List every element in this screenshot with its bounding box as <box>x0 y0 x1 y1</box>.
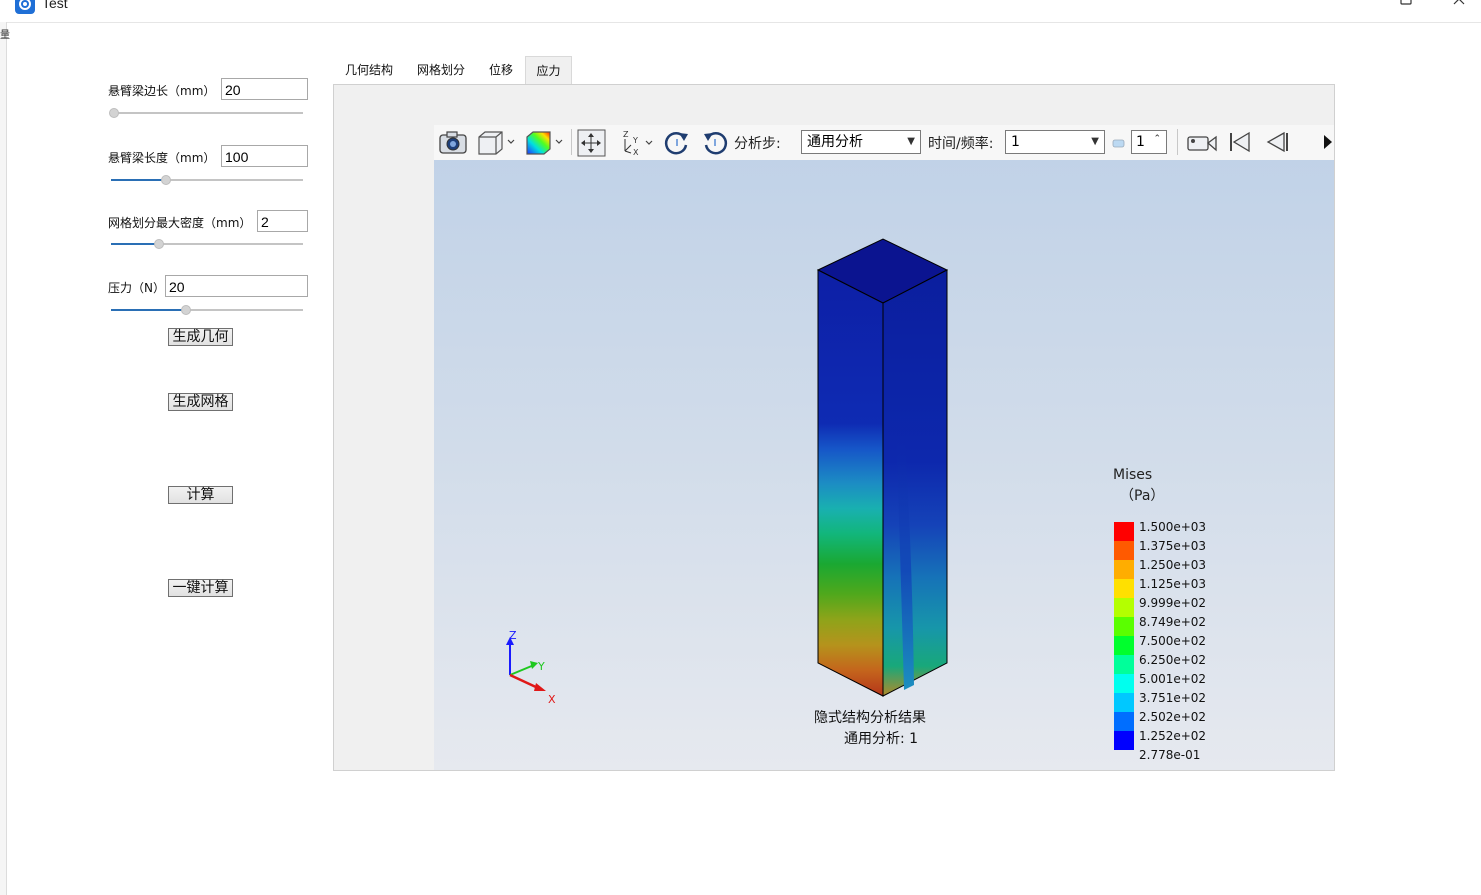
compute-button[interactable]: 计算 <box>168 486 233 504</box>
legend-label: 1.250e+03 <box>1139 558 1207 572</box>
pressure-label: 压力（N） <box>108 281 165 295</box>
tab-mesh[interactable]: 网格划分 <box>407 56 475 84</box>
result-viewer[interactable]: ZYX 分析步: 通用分析 ▼ 时间/频率: 1 ▼ 1 ⌃ Z Y X Mis… <box>434 125 1334 770</box>
slider-thumb[interactable] <box>109 108 119 118</box>
pressure-input[interactable]: 20 <box>165 275 308 297</box>
legend-swatch <box>1114 712 1134 731</box>
close-button[interactable] <box>1452 0 1472 14</box>
slider-thumb[interactable] <box>161 175 171 185</box>
legend-swatch <box>1114 560 1134 579</box>
left-edge-strip <box>0 22 7 895</box>
legend-swatch <box>1114 598 1134 617</box>
legend-swatch <box>1114 693 1134 712</box>
legend-label: 5.001e+02 <box>1139 672 1207 686</box>
app-icon <box>15 0 35 14</box>
legend-label: 1.125e+03 <box>1139 577 1207 591</box>
one-click-compute-button[interactable]: 一键计算 <box>168 579 233 597</box>
beam-side-label: 悬臂梁边长（mm） <box>108 84 216 98</box>
result-subtitle: 通用分析: 1 <box>844 731 919 747</box>
y-axis-label: Y <box>537 660 545 673</box>
slider-thumb[interactable] <box>181 305 191 315</box>
legend-label: 2.502e+02 <box>1139 710 1207 724</box>
legend-swatch <box>1114 731 1134 750</box>
tab-stress[interactable]: 应力 <box>525 56 572 84</box>
mesh-density-label: 网格划分最大密度（mm） <box>108 216 252 230</box>
legend-title: Mises <box>1113 467 1153 483</box>
left-edge-char: 量 <box>0 30 10 41</box>
result-title: 隐式结构分析结果 <box>814 710 926 726</box>
legend-swatch <box>1114 636 1134 655</box>
beam-length-label: 悬臂梁长度（mm） <box>108 151 216 165</box>
legend-label: 7.500e+02 <box>1139 634 1207 648</box>
beam-side-input[interactable]: 20 <box>221 78 308 100</box>
beam-right-face <box>882 269 948 697</box>
legend-swatch <box>1114 617 1134 636</box>
legend-unit: （Pa） <box>1120 488 1165 504</box>
legend-swatch <box>1114 541 1134 560</box>
legend-label: 2.778e-01 <box>1139 748 1201 762</box>
beam-side-slider[interactable] <box>109 108 303 118</box>
axis-triad: Z Y X <box>506 629 556 706</box>
legend-swatch <box>1114 674 1134 693</box>
mesh-density-slider[interactable] <box>111 239 303 249</box>
legend-swatch <box>1114 579 1134 598</box>
legend-label: 3.751e+02 <box>1139 691 1207 705</box>
beam-length-input[interactable]: 100 <box>221 145 308 167</box>
legend-label: 9.999e+02 <box>1139 596 1207 610</box>
beam-length-slider[interactable] <box>111 175 303 185</box>
legend-swatch <box>1114 655 1134 674</box>
window-title: Test <box>42 0 68 11</box>
tab-geometry[interactable]: 几何结构 <box>335 56 403 84</box>
generate-geometry-button[interactable]: 生成几何 <box>168 328 233 346</box>
legend-label: 6.250e+02 <box>1139 653 1207 667</box>
minimize-button[interactable] <box>1338 0 1358 14</box>
mesh-density-input[interactable]: 2 <box>257 210 308 232</box>
x-axis-label: X <box>548 693 556 706</box>
z-axis-label: Z <box>509 629 517 642</box>
legend-label: 1.252e+02 <box>1139 729 1207 743</box>
beam-left-face <box>817 269 884 697</box>
slider-thumb[interactable] <box>154 239 164 249</box>
generate-mesh-button[interactable]: 生成网格 <box>168 393 233 411</box>
legend-label: 8.749e+02 <box>1139 615 1207 629</box>
title-bar: Test <box>0 0 1481 23</box>
pressure-slider[interactable] <box>111 305 303 315</box>
tab-displacement[interactable]: 位移 <box>479 56 523 84</box>
maximize-button[interactable] <box>1396 0 1416 14</box>
legend-swatch <box>1114 522 1134 541</box>
legend-label: 1.375e+03 <box>1139 539 1207 553</box>
legend-label: 1.500e+03 <box>1139 520 1207 534</box>
